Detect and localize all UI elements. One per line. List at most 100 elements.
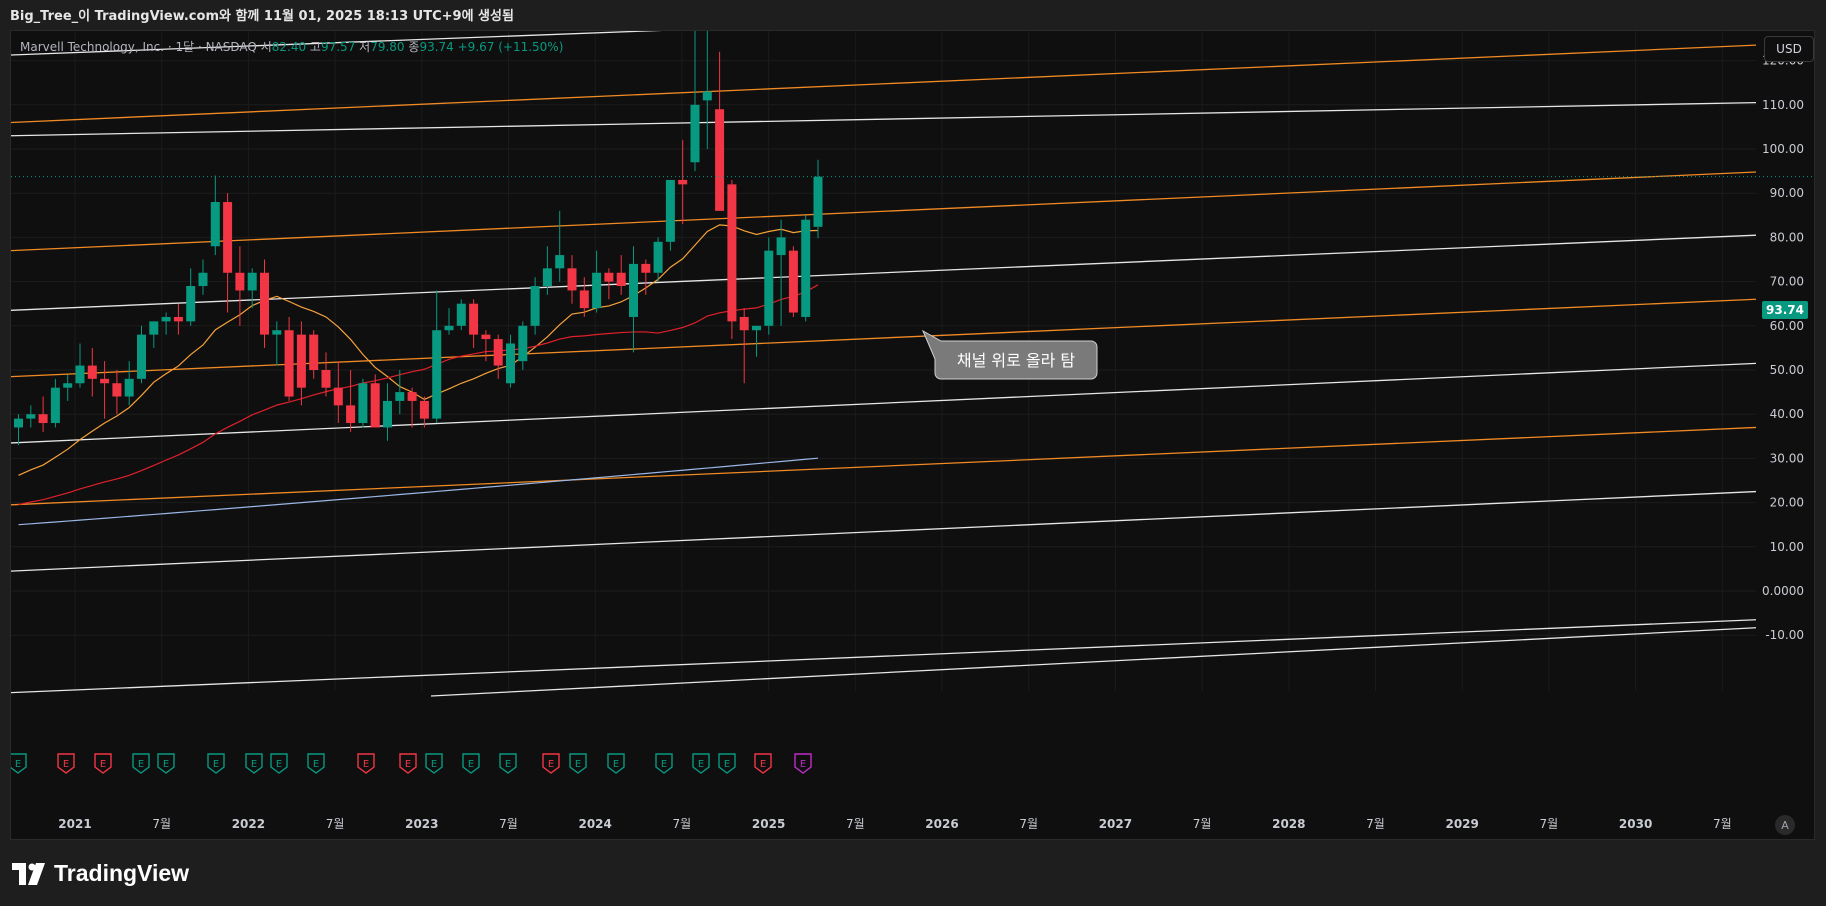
- price-tick-label: 50.00: [1770, 363, 1804, 377]
- candle-body: [260, 272, 269, 335]
- earnings-letter: E: [405, 759, 411, 770]
- high-label: 고: [309, 40, 321, 54]
- grid: [11, 31, 1756, 691]
- candle: [173, 303, 183, 335]
- candle-body: [530, 286, 540, 326]
- auto-scale-button[interactable]: A: [1775, 815, 1795, 835]
- channel-line-white: [11, 234, 1757, 311]
- annotation-text: 채널 위로 올라 탐: [957, 351, 1076, 370]
- price-tick-label: 30.00: [1770, 451, 1804, 465]
- candle-body: [752, 325, 761, 331]
- candle: [407, 387, 417, 428]
- earnings-letter: E: [15, 759, 21, 770]
- candle-body: [727, 184, 737, 322]
- low-label: 저: [359, 40, 371, 54]
- candle: [395, 370, 405, 415]
- candle: [727, 179, 737, 340]
- earnings-letter: E: [661, 759, 667, 770]
- candle: [14, 414, 23, 446]
- earnings-icon: E: [132, 753, 150, 774]
- channel-line-orange: [11, 426, 1757, 506]
- candle: [50, 378, 60, 428]
- earnings-icon: E: [569, 753, 587, 774]
- price-tick-label: 110.00: [1762, 98, 1804, 112]
- earnings-icon: E: [499, 753, 517, 774]
- candle: [764, 237, 774, 335]
- candle: [616, 255, 626, 295]
- price-tick-label: 60.00: [1770, 319, 1804, 333]
- candle: [247, 268, 257, 309]
- candle: [296, 321, 306, 406]
- time-tick-label: 2030: [1619, 817, 1652, 831]
- earnings-icon: E: [94, 753, 112, 774]
- channel-line-orange: [11, 298, 1757, 378]
- candle-body: [100, 378, 110, 384]
- low-value: 79.80: [370, 40, 405, 54]
- price-tick-label: 70.00: [1770, 275, 1804, 289]
- candle-body: [579, 290, 589, 309]
- moving-average-red: [18, 284, 819, 506]
- earnings-icon: E: [157, 753, 175, 774]
- channel-line-orange: [11, 171, 1757, 252]
- earnings-letter: E: [698, 759, 704, 770]
- candle: [161, 312, 171, 335]
- price-tick-label: 40.00: [1770, 407, 1804, 421]
- earnings-letter: E: [276, 759, 282, 770]
- candle-body: [161, 316, 171, 322]
- earnings-icon: E: [692, 753, 710, 774]
- candle: [555, 210, 565, 282]
- candle: [321, 352, 331, 397]
- time-tick-label: 7월: [1540, 817, 1559, 831]
- open-label: 시: [260, 40, 272, 54]
- candle-body: [469, 303, 479, 335]
- candle-body: [616, 272, 626, 287]
- channel-line-white: [11, 362, 1757, 444]
- time-tick-label: 2024: [578, 817, 611, 831]
- time-tick-label: 7월: [673, 817, 692, 831]
- time-tick-label: 7월: [1193, 817, 1212, 831]
- candle: [223, 193, 233, 313]
- candle-body: [383, 400, 392, 428]
- candle-body: [690, 104, 700, 163]
- earnings-letter: E: [251, 759, 257, 770]
- candle: [752, 325, 761, 357]
- candle-body: [788, 250, 798, 313]
- candle-body: [456, 303, 466, 326]
- earnings-icon: E: [462, 753, 480, 774]
- candle: [678, 140, 688, 225]
- candle: [87, 347, 97, 397]
- tv-logo-icon: [12, 862, 45, 885]
- candle-body: [112, 383, 122, 397]
- currency-button[interactable]: USD: [1764, 36, 1814, 62]
- candle-body: [702, 91, 712, 101]
- candle-body: [407, 392, 417, 401]
- candle-body: [75, 365, 85, 384]
- earnings-icon: E: [245, 753, 263, 774]
- candle-body: [801, 219, 811, 317]
- candle: [198, 259, 208, 295]
- candle: [272, 321, 282, 366]
- last-price-badge: 93.74: [1762, 301, 1808, 319]
- time-tick-label: 2025: [752, 817, 785, 831]
- candle: [567, 255, 577, 304]
- annotation-bubble: 채널 위로 올라 탐: [921, 329, 1098, 380]
- candle-body: [481, 334, 491, 340]
- time-tick-label: 7월: [1019, 817, 1038, 831]
- candle: [149, 321, 159, 348]
- candle: [518, 321, 528, 370]
- symbol-legend[interactable]: Marvell Technology, Inc. · 1달 · NASDAQ 시…: [20, 38, 563, 55]
- price-tick-label: 80.00: [1770, 230, 1804, 244]
- price-chart[interactable]: EEEEEEEEEEEEEEEEEEEEEE 140.00130.00120.0…: [11, 31, 1815, 840]
- candle-body: [764, 250, 774, 326]
- time-tick-label: 7월: [326, 817, 345, 831]
- candle: [788, 246, 798, 317]
- candle: [432, 290, 442, 424]
- chart-panel[interactable]: EEEEEEEEEEEEEEEEEEEEEE 140.00130.00120.0…: [10, 30, 1815, 840]
- earnings-letter: E: [313, 759, 319, 770]
- brand-name: TradingView: [54, 860, 190, 886]
- candle-body: [26, 414, 36, 419]
- tradingview-logo[interactable]: TradingView: [12, 860, 189, 887]
- candle-body: [50, 387, 60, 424]
- candle-body: [358, 383, 368, 424]
- candle-body: [419, 400, 429, 419]
